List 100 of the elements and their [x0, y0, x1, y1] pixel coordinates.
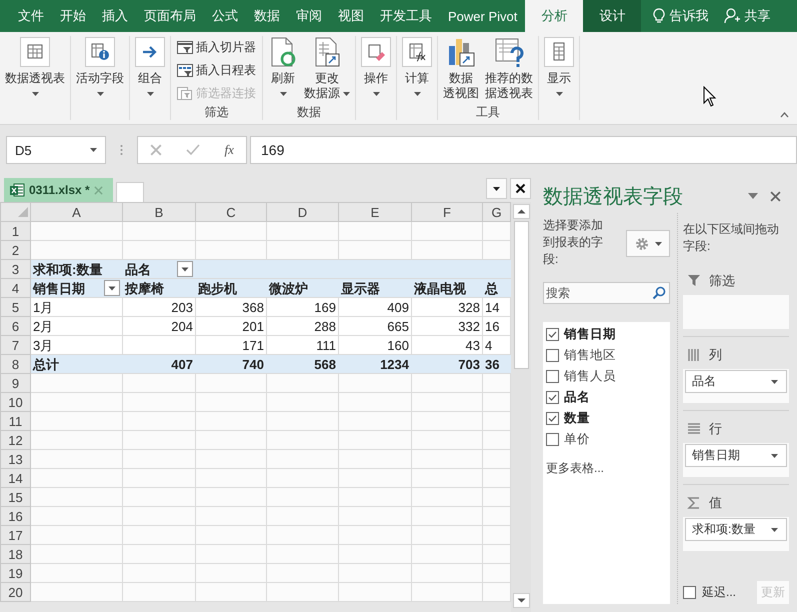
row-header[interactable]: 15 — [0, 488, 30, 506]
row-header[interactable]: 12 — [0, 430, 30, 450]
row-header[interactable]: 2 — [0, 240, 30, 260]
ribbon-tab[interactable]: 页面布局 — [136, 0, 204, 32]
vertical-scrollbar[interactable] — [511, 202, 531, 612]
row-header[interactable]: 11 — [0, 412, 30, 430]
drop-area[interactable]: 销售日期 — [683, 443, 789, 477]
scrollbar-thumb[interactable] — [514, 221, 528, 369]
row-header[interactable]: 13 — [0, 450, 30, 468]
column-header[interactable]: F — [412, 202, 482, 222]
ribbon-tab[interactable]: 审阅 — [288, 0, 330, 32]
collapse-icon[interactable] — [780, 112, 789, 118]
settings-button[interactable] — [626, 230, 670, 257]
field-name[interactable]: 销售人员 — [564, 368, 616, 385]
ribbon-tab[interactable]: 文件 — [10, 0, 52, 32]
sum-icon — [687, 496, 701, 510]
caret-icon — [771, 380, 778, 384]
workbook-tab[interactable]: 0311.xlsx * — [4, 178, 113, 202]
row-header[interactable]: 1 — [0, 222, 30, 240]
ribbon-button[interactable]: 组合 — [132, 36, 168, 96]
ribbon-tab[interactable]: 插入 — [94, 0, 136, 32]
ribbon-button[interactable]: 插入切片器 — [175, 36, 258, 58]
ribbon-tab[interactable]: 分析 — [525, 0, 584, 32]
drop-area[interactable]: 求和项:数量 — [683, 517, 789, 551]
insert-function-button[interactable]: fx — [224, 142, 234, 158]
ribbon-tab[interactable]: 数据 — [246, 0, 288, 32]
checkbox[interactable] — [546, 433, 559, 446]
ribbon-tab[interactable]: 开发工具 — [372, 0, 440, 32]
ribbon-button[interactable]: 数据透视表 — [2, 36, 68, 96]
ribbon-button[interactable]: 显示 — [541, 36, 577, 96]
ribbon-button[interactable]: 操作 — [358, 36, 394, 96]
row-header[interactable]: 14 — [0, 468, 30, 488]
checkbox-label[interactable]: 延迟... — [702, 584, 736, 601]
row-header[interactable]: 17 — [0, 526, 30, 544]
check-icon[interactable] — [186, 144, 200, 156]
share-button[interactable]: 共享 — [716, 0, 778, 32]
field-name[interactable]: 品名 — [564, 389, 590, 406]
caret-icon — [654, 242, 662, 246]
row-header[interactable]: 5 — [0, 298, 30, 316]
checkbox[interactable] — [546, 370, 559, 383]
ribbon-button[interactable]: 计算 — [399, 36, 435, 96]
search-field[interactable]: 搜索 — [543, 282, 670, 304]
row-header[interactable]: 16 — [0, 506, 30, 526]
scroll-down-icon[interactable] — [512, 593, 530, 608]
caret-icon[interactable] — [748, 193, 758, 199]
drag-handle-icon[interactable] — [120, 144, 123, 156]
row-header[interactable]: 10 — [0, 392, 30, 412]
row-header[interactable]: 4 — [0, 278, 30, 298]
row-header[interactable]: 19 — [0, 564, 30, 582]
tell-me-button[interactable]: 告诉我 — [645, 0, 716, 32]
ribbon-tab[interactable]: 设计 — [583, 0, 642, 32]
checkbox[interactable] — [546, 328, 559, 341]
column-header[interactable]: B — [122, 202, 196, 222]
ribbon-button[interactable]: 活动字段 — [73, 36, 127, 96]
name-box[interactable]: D5 — [6, 136, 106, 164]
scroll-up-icon[interactable] — [512, 204, 530, 219]
settings-icon — [634, 236, 648, 250]
pivot-field-label: 销售日期 — [33, 280, 85, 296]
filter-dropdown-button[interactable] — [177, 261, 193, 277]
table-cell: 微波炉 — [266, 278, 338, 298]
drop-area[interactable]: 品名 — [683, 369, 789, 403]
column-header[interactable]: D — [266, 202, 338, 222]
ribbon-tab[interactable]: 公式 — [204, 0, 246, 32]
ribbon-tab[interactable]: 开始 — [52, 0, 94, 32]
timeline-icon — [177, 62, 193, 78]
field-chip[interactable]: 销售日期 — [685, 444, 787, 467]
row-header[interactable]: 20 — [0, 582, 30, 602]
more-tables-link[interactable]: 更多表格... — [546, 460, 670, 477]
column-header[interactable]: A — [30, 202, 122, 222]
dropdown-icon[interactable] — [486, 178, 507, 199]
column-header[interactable]: G — [482, 202, 510, 222]
field-chip[interactable]: 求和项:数量 — [685, 518, 787, 541]
field-chip[interactable]: 品名 — [685, 370, 787, 393]
ribbon-button[interactable]: 刷新 — [265, 36, 301, 96]
row-header[interactable]: 9 — [0, 374, 30, 392]
field-name[interactable]: 数量 — [564, 410, 590, 427]
row-header[interactable]: 8 — [0, 354, 30, 374]
checkbox[interactable] — [546, 412, 559, 425]
field-name[interactable]: 销售地区 — [564, 347, 616, 364]
ribbon-button[interactable]: 更改 数据源 — [301, 36, 353, 101]
filter-dropdown-button[interactable] — [104, 280, 120, 296]
ribbon-tab[interactable]: 视图 — [330, 0, 372, 32]
row-header[interactable]: 6 — [0, 316, 30, 336]
formula-field[interactable]: 169 — [250, 136, 797, 164]
ribbon-button[interactable]: 数据 透视图 — [440, 36, 482, 101]
ribbon-button[interactable]: 推荐的数 据透视表 — [482, 36, 536, 101]
column-header[interactable]: C — [196, 202, 266, 222]
column-header[interactable]: E — [338, 202, 412, 222]
search-icon[interactable] — [652, 286, 666, 300]
ribbon-button[interactable]: 插入日程表 — [175, 59, 258, 81]
row-header[interactable]: 7 — [0, 336, 30, 354]
field-name[interactable]: 单价 — [564, 431, 590, 448]
ribbon-tab[interactable]: Power Pivot — [440, 0, 526, 32]
checkbox[interactable] — [546, 349, 559, 362]
checkbox[interactable] — [546, 391, 559, 404]
row-header[interactable]: 18 — [0, 544, 30, 564]
row-header[interactable]: 3 — [0, 260, 30, 278]
field-name[interactable]: 销售日期 — [564, 326, 616, 343]
checkbox[interactable] — [683, 586, 696, 599]
table-cell: 总计 — [30, 354, 122, 374]
